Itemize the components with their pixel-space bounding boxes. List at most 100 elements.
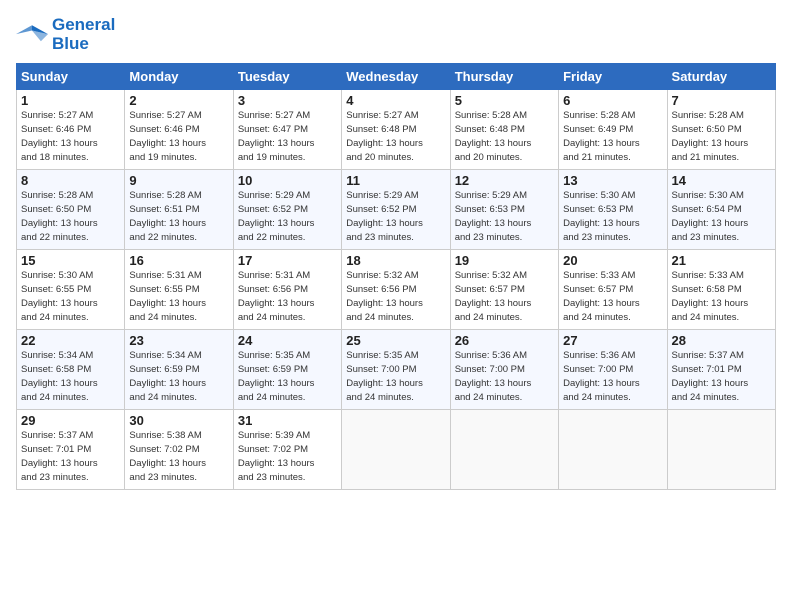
day-info: Sunrise: 5:28 AMSunset: 6:51 PMDaylight:… [129,189,228,244]
calendar-day-header: Saturday [667,64,775,90]
page-header: General Blue [16,16,776,53]
day-number: 29 [21,413,120,428]
calendar-day-cell: 21 Sunrise: 5:33 AMSunset: 6:58 PMDaylig… [667,250,775,330]
page-container: General Blue SundayMondayTuesdayWednesda… [0,0,792,498]
day-info: Sunrise: 5:34 AMSunset: 6:58 PMDaylight:… [21,349,120,404]
calendar-day-cell: 16 Sunrise: 5:31 AMSunset: 6:55 PMDaylig… [125,250,233,330]
day-number: 31 [238,413,337,428]
day-info: Sunrise: 5:33 AMSunset: 6:58 PMDaylight:… [672,269,771,324]
calendar-week-row: 22 Sunrise: 5:34 AMSunset: 6:58 PMDaylig… [17,330,776,410]
day-number: 7 [672,93,771,108]
calendar-day-cell: 11 Sunrise: 5:29 AMSunset: 6:52 PMDaylig… [342,170,450,250]
day-info: Sunrise: 5:36 AMSunset: 7:00 PMDaylight:… [455,349,554,404]
day-number: 21 [672,253,771,268]
logo: General Blue [16,16,115,53]
logo-text: General Blue [52,16,115,53]
day-info: Sunrise: 5:31 AMSunset: 6:56 PMDaylight:… [238,269,337,324]
day-number: 18 [346,253,445,268]
day-info: Sunrise: 5:29 AMSunset: 6:53 PMDaylight:… [455,189,554,244]
calendar-day-cell: 26 Sunrise: 5:36 AMSunset: 7:00 PMDaylig… [450,330,558,410]
day-number: 17 [238,253,337,268]
calendar-day-header: Sunday [17,64,125,90]
calendar-day-cell: 22 Sunrise: 5:34 AMSunset: 6:58 PMDaylig… [17,330,125,410]
calendar-week-row: 8 Sunrise: 5:28 AMSunset: 6:50 PMDayligh… [17,170,776,250]
calendar-day-cell [342,410,450,490]
logo-icon [16,21,48,49]
day-info: Sunrise: 5:30 AMSunset: 6:55 PMDaylight:… [21,269,120,324]
calendar-day-cell: 12 Sunrise: 5:29 AMSunset: 6:53 PMDaylig… [450,170,558,250]
day-number: 20 [563,253,662,268]
calendar-day-header: Thursday [450,64,558,90]
calendar-day-cell: 6 Sunrise: 5:28 AMSunset: 6:49 PMDayligh… [559,90,667,170]
calendar-day-cell: 8 Sunrise: 5:28 AMSunset: 6:50 PMDayligh… [17,170,125,250]
day-info: Sunrise: 5:27 AMSunset: 6:47 PMDaylight:… [238,109,337,164]
calendar-day-cell: 4 Sunrise: 5:27 AMSunset: 6:48 PMDayligh… [342,90,450,170]
day-info: Sunrise: 5:28 AMSunset: 6:48 PMDaylight:… [455,109,554,164]
calendar-day-cell [559,410,667,490]
day-number: 5 [455,93,554,108]
day-info: Sunrise: 5:27 AMSunset: 6:46 PMDaylight:… [21,109,120,164]
day-info: Sunrise: 5:34 AMSunset: 6:59 PMDaylight:… [129,349,228,404]
day-info: Sunrise: 5:39 AMSunset: 7:02 PMDaylight:… [238,429,337,484]
calendar-day-cell: 23 Sunrise: 5:34 AMSunset: 6:59 PMDaylig… [125,330,233,410]
calendar-day-cell: 3 Sunrise: 5:27 AMSunset: 6:47 PMDayligh… [233,90,341,170]
calendar-day-cell: 17 Sunrise: 5:31 AMSunset: 6:56 PMDaylig… [233,250,341,330]
calendar-day-cell: 19 Sunrise: 5:32 AMSunset: 6:57 PMDaylig… [450,250,558,330]
day-info: Sunrise: 5:32 AMSunset: 6:56 PMDaylight:… [346,269,445,324]
day-info: Sunrise: 5:29 AMSunset: 6:52 PMDaylight:… [238,189,337,244]
calendar-day-cell: 20 Sunrise: 5:33 AMSunset: 6:57 PMDaylig… [559,250,667,330]
calendar-day-cell: 9 Sunrise: 5:28 AMSunset: 6:51 PMDayligh… [125,170,233,250]
day-number: 23 [129,333,228,348]
day-number: 15 [21,253,120,268]
day-info: Sunrise: 5:35 AMSunset: 6:59 PMDaylight:… [238,349,337,404]
day-number: 19 [455,253,554,268]
day-number: 2 [129,93,228,108]
calendar-week-row: 1 Sunrise: 5:27 AMSunset: 6:46 PMDayligh… [17,90,776,170]
calendar-day-cell: 29 Sunrise: 5:37 AMSunset: 7:01 PMDaylig… [17,410,125,490]
day-number: 22 [21,333,120,348]
calendar-day-cell: 28 Sunrise: 5:37 AMSunset: 7:01 PMDaylig… [667,330,775,410]
calendar-day-cell [667,410,775,490]
day-info: Sunrise: 5:30 AMSunset: 6:53 PMDaylight:… [563,189,662,244]
day-info: Sunrise: 5:33 AMSunset: 6:57 PMDaylight:… [563,269,662,324]
day-number: 3 [238,93,337,108]
day-info: Sunrise: 5:29 AMSunset: 6:52 PMDaylight:… [346,189,445,244]
calendar-day-header: Wednesday [342,64,450,90]
day-info: Sunrise: 5:28 AMSunset: 6:50 PMDaylight:… [672,109,771,164]
day-info: Sunrise: 5:37 AMSunset: 7:01 PMDaylight:… [21,429,120,484]
day-number: 14 [672,173,771,188]
day-number: 11 [346,173,445,188]
day-info: Sunrise: 5:36 AMSunset: 7:00 PMDaylight:… [563,349,662,404]
day-number: 8 [21,173,120,188]
calendar-day-cell: 25 Sunrise: 5:35 AMSunset: 7:00 PMDaylig… [342,330,450,410]
day-number: 24 [238,333,337,348]
day-info: Sunrise: 5:27 AMSunset: 6:48 PMDaylight:… [346,109,445,164]
calendar-day-header: Tuesday [233,64,341,90]
day-info: Sunrise: 5:28 AMSunset: 6:50 PMDaylight:… [21,189,120,244]
day-number: 1 [21,93,120,108]
calendar-day-cell: 14 Sunrise: 5:30 AMSunset: 6:54 PMDaylig… [667,170,775,250]
day-number: 25 [346,333,445,348]
calendar-week-row: 29 Sunrise: 5:37 AMSunset: 7:01 PMDaylig… [17,410,776,490]
calendar-day-cell: 18 Sunrise: 5:32 AMSunset: 6:56 PMDaylig… [342,250,450,330]
calendar-day-cell: 15 Sunrise: 5:30 AMSunset: 6:55 PMDaylig… [17,250,125,330]
calendar-day-cell [450,410,558,490]
day-number: 28 [672,333,771,348]
day-info: Sunrise: 5:37 AMSunset: 7:01 PMDaylight:… [672,349,771,404]
day-number: 16 [129,253,228,268]
calendar-day-cell: 5 Sunrise: 5:28 AMSunset: 6:48 PMDayligh… [450,90,558,170]
calendar-week-row: 15 Sunrise: 5:30 AMSunset: 6:55 PMDaylig… [17,250,776,330]
day-info: Sunrise: 5:32 AMSunset: 6:57 PMDaylight:… [455,269,554,324]
calendar-table: SundayMondayTuesdayWednesdayThursdayFrid… [16,63,776,490]
day-number: 12 [455,173,554,188]
calendar-day-cell: 1 Sunrise: 5:27 AMSunset: 6:46 PMDayligh… [17,90,125,170]
day-info: Sunrise: 5:38 AMSunset: 7:02 PMDaylight:… [129,429,228,484]
day-number: 4 [346,93,445,108]
day-number: 9 [129,173,228,188]
day-info: Sunrise: 5:30 AMSunset: 6:54 PMDaylight:… [672,189,771,244]
calendar-header-row: SundayMondayTuesdayWednesdayThursdayFrid… [17,64,776,90]
day-number: 30 [129,413,228,428]
calendar-day-header: Friday [559,64,667,90]
calendar-day-cell: 27 Sunrise: 5:36 AMSunset: 7:00 PMDaylig… [559,330,667,410]
day-number: 27 [563,333,662,348]
